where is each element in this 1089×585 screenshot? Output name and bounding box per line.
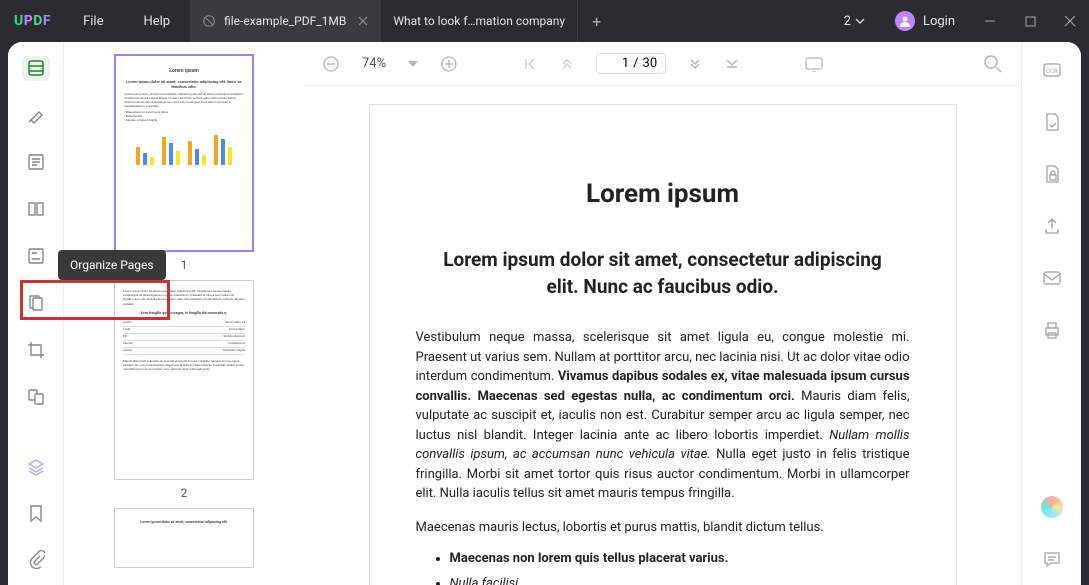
logo-letter: D (33, 13, 43, 29)
page-sep: / (633, 56, 638, 71)
colorful-icon (1041, 496, 1063, 518)
chevron-down-icon (855, 18, 865, 24)
doc-h2: Lorem ipsum dolor sit amet, consectetur … (416, 247, 910, 300)
right-toolbar: OCR (1021, 42, 1081, 585)
search-button[interactable] (983, 54, 1003, 74)
tab-label: file-example_PDF_1MB (224, 14, 346, 28)
app-logo: UPDF (0, 13, 63, 29)
text-edit-tool[interactable] (22, 150, 50, 175)
main-viewer: 74% / 30 Lorem ipsum Lorem ipsum dolor s… (304, 42, 1021, 585)
zoom-dropdown[interactable] (408, 61, 418, 67)
login-label: Login (923, 14, 955, 29)
tooltip: Organize Pages (58, 250, 166, 280)
maximize-button[interactable] (1011, 0, 1049, 42)
ai-tool[interactable] (1038, 493, 1066, 521)
thumbnail-page-1[interactable]: Lorem ipsum Lorem ipsum dolor sit amet, … (114, 54, 254, 252)
menu-file[interactable]: File (63, 14, 123, 29)
organize-pages-tool[interactable] (22, 290, 50, 315)
thumb-number: 2 (181, 486, 188, 500)
logo-letter: U (14, 13, 24, 29)
print-tool[interactable] (1038, 316, 1066, 344)
form-tool[interactable] (22, 244, 50, 269)
tab-count[interactable]: 2 (830, 14, 879, 29)
page-total: 30 (643, 56, 658, 71)
content-area: Lorem ipsum Lorem ipsum dolor sit amet, … (8, 42, 1081, 585)
minimize-button[interactable] (971, 0, 1009, 42)
thumbnail-page-3[interactable]: Lorem ipsum dolor sit amet, consectetur … (114, 508, 254, 568)
close-window-button[interactable] (1051, 0, 1089, 42)
doc-para2: Maecenas mauris lectus, lobortis et puru… (416, 518, 910, 538)
last-page-button[interactable] (724, 56, 740, 72)
thumb2-heading: Cras fringilla ipsum magna, in fringilla… (123, 311, 245, 316)
convert-tool[interactable] (1038, 108, 1066, 136)
doc-list: Maecenas non lorem quis tellus placerat … (416, 551, 910, 585)
highlighter-tool[interactable] (22, 103, 50, 128)
left-toolbar (8, 42, 64, 585)
prev-page-button[interactable] (560, 57, 574, 71)
first-page-button[interactable] (522, 56, 538, 72)
thumbnail-panel: Lorem ipsum Lorem ipsum dolor sit amet, … (64, 42, 304, 585)
thumb-subtitle: Lorem ipsum dolor sit amet, consectetur … (124, 79, 244, 89)
email-tool[interactable] (1038, 264, 1066, 292)
document-viewport[interactable]: Lorem ipsum Lorem ipsum dolor sit amet, … (304, 86, 1021, 585)
ocr-tool[interactable]: OCR (1038, 56, 1066, 84)
thumbnail-page-2[interactable]: Lorem ipsum dolor sit amet consectetur a… (114, 280, 254, 480)
titlebar: UPDF File Help file-example_PDF_1MB What… (0, 0, 1089, 42)
logo-letter: P (24, 13, 34, 29)
zoom-in-button[interactable] (440, 55, 458, 73)
close-icon[interactable] (358, 16, 368, 26)
crop-tool[interactable] (22, 337, 50, 362)
thumb-title: Lorem ipsum (124, 68, 244, 75)
bookmark-tool[interactable] (22, 499, 50, 527)
thumbnails-tool[interactable] (22, 56, 50, 81)
svg-text:OCR: OCR (1046, 68, 1058, 75)
tab-label: What to look f…mation company (393, 14, 565, 28)
list-item: Nulla facilisi. (450, 576, 910, 585)
share-tool[interactable] (1038, 212, 1066, 240)
tab-inactive[interactable]: What to look f…mation company (381, 0, 578, 42)
avatar-icon (895, 11, 915, 31)
login-button[interactable]: Login (881, 11, 969, 31)
page-input[interactable]: / 30 (596, 53, 666, 74)
thumb-number: 1 (181, 258, 188, 272)
page-current-input[interactable] (605, 56, 629, 71)
attachment-tool[interactable] (22, 545, 50, 573)
zoom-out-button[interactable] (322, 55, 340, 73)
protect-tool[interactable] (1038, 160, 1066, 188)
logo-letter: F (43, 13, 51, 29)
pdf-page: Lorem ipsum Lorem ipsum dolor sit amet, … (369, 104, 957, 585)
comment-tool[interactable] (1038, 545, 1066, 573)
list-item: Maecenas non lorem quis tellus placerat … (450, 551, 910, 566)
layers-tool[interactable] (22, 453, 50, 481)
zoom-level: 74% (362, 56, 386, 71)
new-tab-button[interactable]: + (578, 12, 615, 31)
thumb-chart (134, 129, 234, 165)
presentation-button[interactable] (804, 56, 824, 72)
doc-para1: Vestibulum neque massa, scelerisque sit … (416, 328, 910, 504)
document-icon (202, 14, 216, 28)
viewer-toolbar: 74% / 30 (304, 42, 1021, 86)
compare-tool[interactable] (22, 384, 50, 409)
next-page-button[interactable] (688, 57, 702, 71)
tab-active[interactable]: file-example_PDF_1MB (190, 0, 381, 42)
page-layout-tool[interactable] (22, 197, 50, 222)
count-value: 2 (844, 14, 851, 29)
doc-h1: Lorem ipsum (416, 179, 910, 209)
menu-help[interactable]: Help (123, 14, 190, 29)
